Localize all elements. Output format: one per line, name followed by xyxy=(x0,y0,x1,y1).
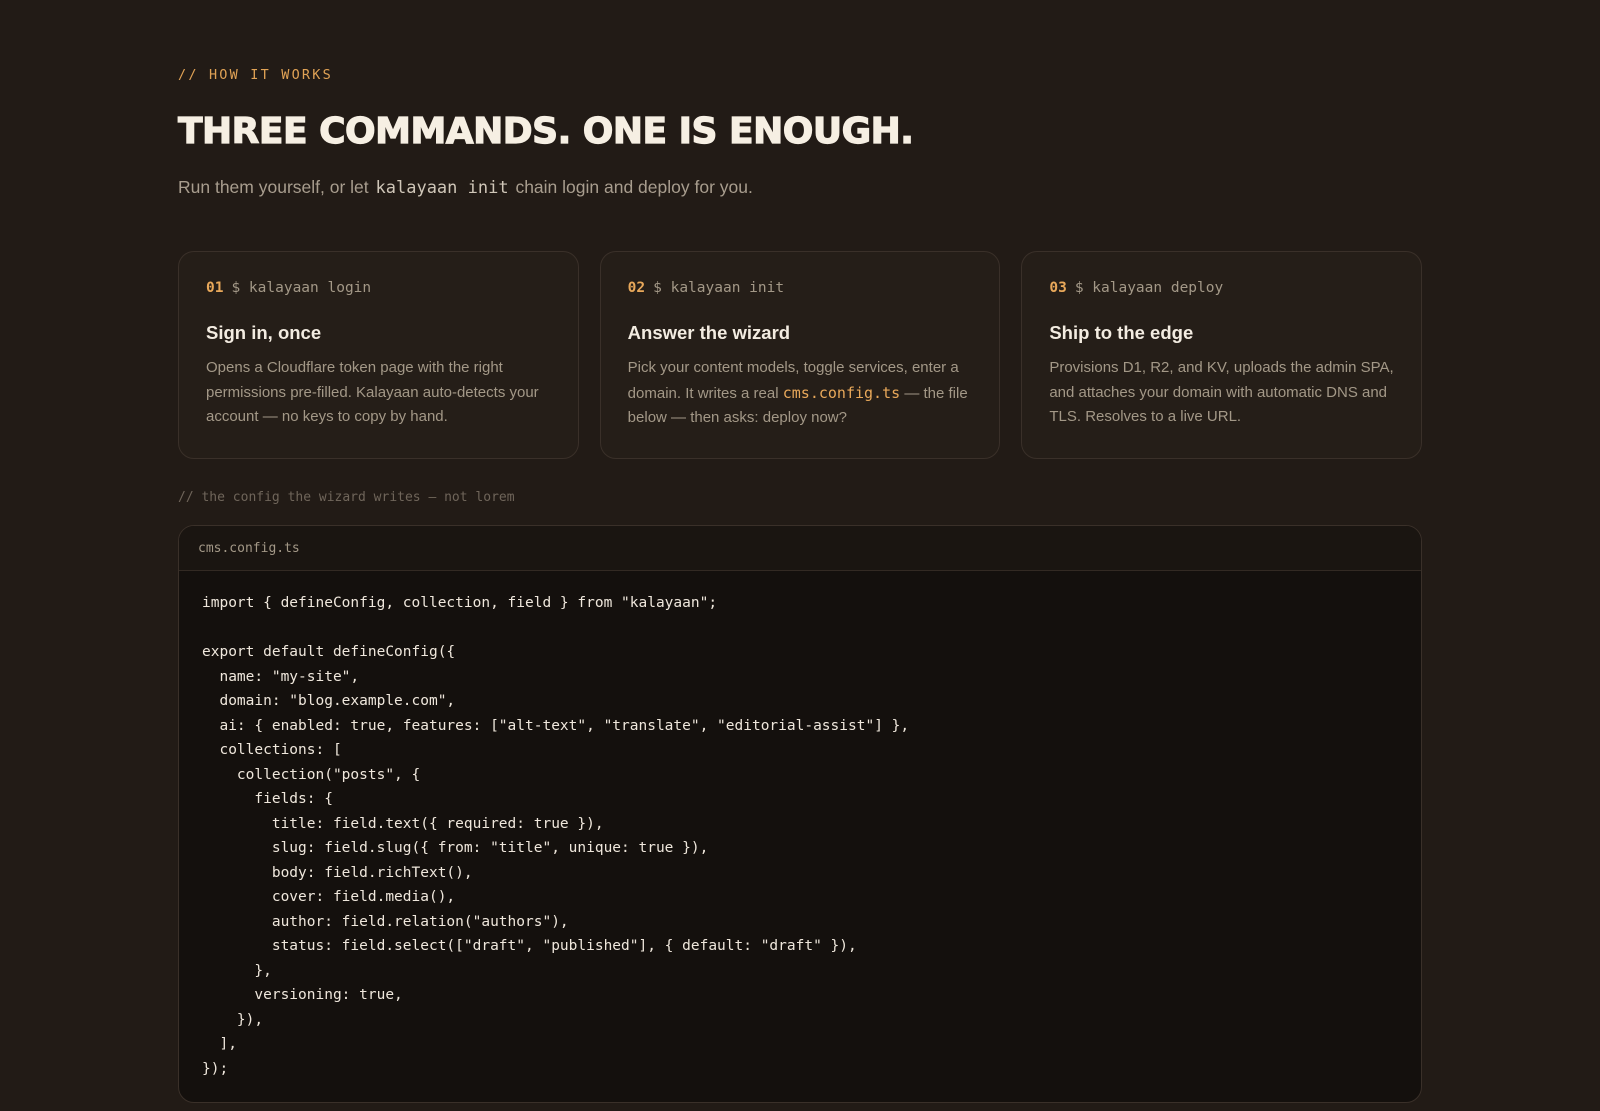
step-command: 03 $ kalayaan deploy xyxy=(1049,278,1394,298)
config-caption: // the config the wizard writes — not lo… xyxy=(178,490,515,505)
code-panel-header: cms.config.ts xyxy=(179,526,1421,571)
step-number: 01 xyxy=(206,280,224,296)
section-subtitle: Run them yourself, or let kalayaan init … xyxy=(178,174,753,201)
step-title: Answer the wizard xyxy=(627,322,791,343)
step-title: Sign in, once xyxy=(206,322,322,343)
steps-grid: 01 $ kalayaan login Sign in, once Opens a… xyxy=(178,251,1423,459)
step-title: Ship to the edge xyxy=(1049,322,1194,343)
step-command-text: $ kalayaan init xyxy=(653,280,785,296)
code-panel: cms.config.ts import { defineConfig, col… xyxy=(178,525,1422,1103)
step-command: 02 $ kalayaan init xyxy=(628,278,973,298)
step-card-login: 01 $ kalayaan login Sign in, once Opens a… xyxy=(178,251,579,459)
step-description-code: cms.config.ts xyxy=(782,383,901,402)
code-filename: cms.config.ts xyxy=(198,540,300,556)
section-title: THREE COMMANDS. ONE IS ENOUGH. xyxy=(177,110,914,152)
step-description: Pick your content models, toggle service… xyxy=(628,356,973,431)
subtitle-inline-code: kalayaan init xyxy=(375,178,509,198)
step-description: Provisions D1, R2, and KV, uploads the a… xyxy=(1049,359,1394,425)
code-block: import { defineConfig, collection, field… xyxy=(202,595,910,1077)
section-eyebrow: // HOW IT WORKS xyxy=(178,67,333,83)
step-description: Opens a Cloudflare token page with the r… xyxy=(206,359,539,425)
step-number: 03 xyxy=(1049,280,1067,296)
step-card-deploy: 03 $ kalayaan deploy Ship to the edge Pro… xyxy=(1021,251,1423,459)
step-command-text: $ kalayaan deploy xyxy=(1074,280,1224,296)
step-command-text: $ kalayaan login xyxy=(231,280,372,296)
step-card-init: 02 $ kalayaan init Answer the wizard Pick… xyxy=(599,251,1001,459)
step-number: 02 xyxy=(627,280,646,296)
subtitle-text-before: Run them yourself, or let xyxy=(178,177,369,197)
subtitle-text-after: chain login and deploy for you. xyxy=(515,177,753,197)
step-command: 01 $ kalayaan login xyxy=(206,278,551,298)
